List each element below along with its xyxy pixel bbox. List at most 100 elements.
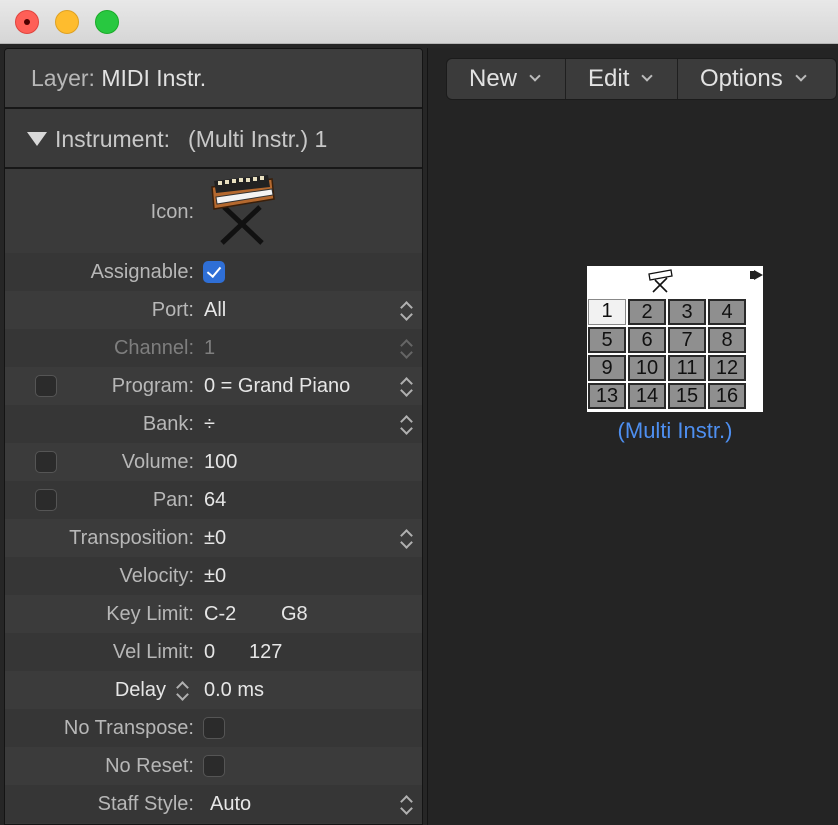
channel-cell-4[interactable]: 4 — [708, 299, 746, 325]
window-content: Layer: MIDI Instr. Instrument: (Multi Ins… — [0, 44, 838, 825]
environment-toolbar: New Edit Options — [446, 58, 837, 100]
chevron-down-icon — [795, 70, 807, 82]
program-label: Program: — [111, 375, 194, 397]
channel-cell-14[interactable]: 14 — [628, 383, 666, 409]
multi-instrument-name[interactable]: (Multi Instr.) — [573, 418, 777, 444]
keyboard-stand-icon — [648, 269, 673, 293]
transposition-row[interactable]: Transposition: ±0 — [5, 519, 422, 557]
program-row[interactable]: Program: 0 = Grand Piano — [5, 367, 422, 405]
port-value[interactable]: All — [204, 291, 226, 329]
instrument-parameters: Icon: Assignable: Port: All Channel: 1 P… — [5, 171, 422, 823]
layer-label: Layer: — [31, 65, 95, 91]
multi-instrument-object[interactable]: 1 2 3 4 5 6 7 8 9 10 11 12 13 14 15 16 — [587, 266, 763, 412]
channel-value[interactable]: 1 — [204, 329, 215, 367]
velocity-label: Velocity: — [119, 565, 194, 587]
channel-label: Channel: — [113, 337, 194, 359]
staff-style-value[interactable]: Auto — [210, 785, 251, 823]
key-limit-label: Key Limit: — [106, 603, 194, 625]
no-transpose-label: No Transpose: — [63, 717, 194, 739]
disclosure-triangle-icon[interactable] — [27, 132, 47, 146]
transposition-label: Transposition: — [69, 527, 194, 549]
edit-menu-button[interactable]: Edit — [566, 59, 677, 99]
vel-limit-label: Vel Limit: — [112, 641, 194, 663]
channel-cell-6[interactable]: 6 — [628, 327, 666, 353]
no-reset-label: No Reset: — [105, 755, 194, 777]
channel-cell-12[interactable]: 12 — [708, 355, 746, 381]
velocity-value[interactable]: ±0 — [204, 557, 226, 595]
key-limit-row[interactable]: Key Limit: C-2 G8 — [5, 595, 422, 633]
no-reset-checkbox[interactable] — [203, 755, 225, 777]
channel-cell-13[interactable]: 13 — [588, 383, 626, 409]
staff-style-row[interactable]: Staff Style: Auto — [5, 785, 422, 823]
velocity-row[interactable]: Velocity: ±0 — [5, 557, 422, 595]
channel-cell-8[interactable]: 8 — [708, 327, 746, 353]
synthesizer-keyboard-icon[interactable] — [208, 173, 276, 247]
output-port-icon[interactable] — [750, 270, 763, 280]
volume-enable-checkbox[interactable] — [35, 451, 57, 473]
channel-cell-3[interactable]: 3 — [668, 299, 706, 325]
edit-menu-label: Edit — [588, 65, 630, 92]
channel-stepper-icon[interactable] — [400, 338, 412, 358]
transposition-value[interactable]: ±0 — [204, 519, 226, 557]
program-enable-checkbox[interactable] — [35, 375, 57, 397]
channel-cell-10[interactable]: 10 — [628, 355, 666, 381]
channel-row[interactable]: Channel: 1 — [5, 329, 422, 367]
environment-area[interactable]: New Edit Options 1 2 3 4 5 6 7 8 9 10 11 12 13 14 15 16… — [427, 48, 838, 825]
chevron-down-icon — [641, 70, 654, 82]
title-bar — [0, 0, 838, 44]
instrument-header[interactable]: Instrument: (Multi Instr.) 1 — [5, 111, 422, 169]
assignable-label: Assignable: — [90, 261, 194, 283]
program-value[interactable]: 0 = Grand Piano — [204, 367, 350, 405]
staff-style-label: Staff Style: — [97, 793, 194, 815]
vel-limit-row[interactable]: Vel Limit: 0 127 — [5, 633, 422, 671]
delay-unit-stepper-icon[interactable] — [176, 680, 188, 700]
no-reset-row: No Reset: — [5, 747, 422, 785]
port-label: Port: — [151, 299, 194, 321]
volume-label: Volume: — [121, 451, 194, 473]
chevron-down-icon — [529, 70, 541, 82]
channel-cell-9[interactable]: 9 — [588, 355, 626, 381]
close-window-button[interactable] — [15, 10, 39, 34]
bank-value[interactable]: ÷ — [204, 405, 215, 443]
icon-label: Icon: — [150, 201, 194, 223]
options-menu-label: Options — [700, 65, 783, 92]
program-stepper-icon[interactable] — [400, 376, 412, 396]
channel-cell-5[interactable]: 5 — [588, 327, 626, 353]
staff-style-stepper-icon[interactable] — [400, 794, 412, 814]
transposition-stepper-icon[interactable] — [400, 528, 412, 548]
no-transpose-row: No Transpose: — [5, 709, 422, 747]
key-limit-high[interactable]: G8 — [281, 595, 308, 633]
vel-limit-high[interactable]: 127 — [249, 633, 282, 671]
delay-value[interactable]: 0.0 ms — [204, 671, 264, 709]
instrument-label: Instrument: — [55, 126, 171, 152]
vel-limit-low[interactable]: 0 — [204, 633, 215, 671]
channel-cell-1[interactable]: 1 — [588, 299, 626, 325]
channel-cell-16[interactable]: 16 — [708, 383, 746, 409]
channel-cell-7[interactable]: 7 — [668, 327, 706, 353]
minimize-window-button[interactable] — [55, 10, 79, 34]
bank-stepper-icon[interactable] — [400, 414, 412, 434]
port-stepper-icon[interactable] — [400, 300, 412, 320]
channel-cell-11[interactable]: 11 — [668, 355, 706, 381]
layer-value: MIDI Instr. — [101, 65, 207, 91]
channel-cell-15[interactable]: 15 — [668, 383, 706, 409]
pan-label: Pan: — [152, 489, 194, 511]
pan-row[interactable]: Pan: 64 — [5, 481, 422, 519]
volume-value[interactable]: 100 — [204, 443, 237, 481]
pan-enable-checkbox[interactable] — [35, 489, 57, 511]
zoom-window-button[interactable] — [95, 10, 119, 34]
bank-row[interactable]: Bank: ÷ — [5, 405, 422, 443]
icon-row: Icon: — [5, 171, 422, 253]
channel-cell-2[interactable]: 2 — [628, 299, 666, 325]
assignable-checkbox[interactable] — [203, 261, 225, 283]
pan-value[interactable]: 64 — [204, 481, 226, 519]
volume-row[interactable]: Volume: 100 — [5, 443, 422, 481]
key-limit-low[interactable]: C-2 — [204, 595, 236, 633]
options-menu-button[interactable]: Options — [678, 59, 838, 99]
new-menu-button[interactable]: New — [447, 59, 565, 99]
no-transpose-checkbox[interactable] — [203, 717, 225, 739]
delay-row[interactable]: Delay 0.0 ms — [5, 671, 422, 709]
port-row[interactable]: Port: All — [5, 291, 422, 329]
delay-label[interactable]: Delay — [115, 671, 166, 709]
inspector-panel: Layer: MIDI Instr. Instrument: (Multi Ins… — [4, 48, 423, 825]
